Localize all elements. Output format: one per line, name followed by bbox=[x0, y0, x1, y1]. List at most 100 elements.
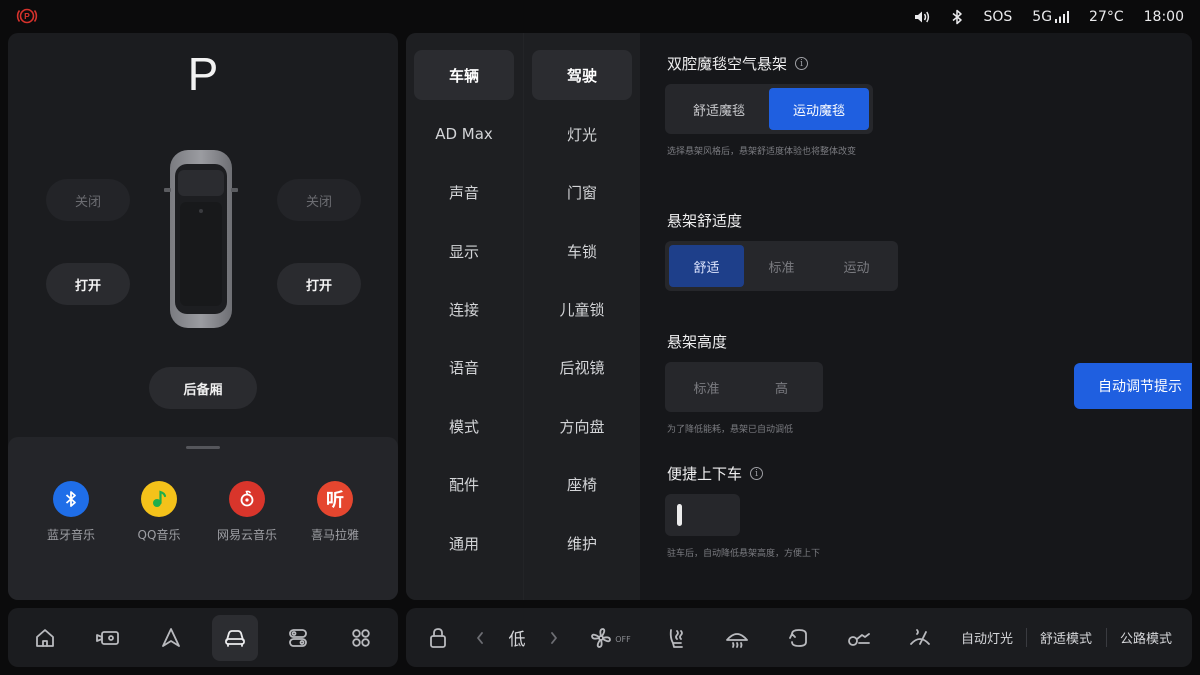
netease-music-icon bbox=[229, 481, 265, 517]
qq-music-icon bbox=[141, 481, 177, 517]
easy-entry-title: 便捷上下车 i bbox=[667, 463, 764, 484]
qq-music-app[interactable]: QQ音乐 bbox=[116, 481, 202, 543]
comfort-carpet-option[interactable]: 舒适魔毯 bbox=[669, 88, 769, 130]
app-label: QQ音乐 bbox=[137, 528, 181, 542]
easy-entry-hint: 驻车后，自动降低悬架高度，方便上下 bbox=[667, 549, 821, 559]
seat-heat-button[interactable] bbox=[661, 608, 691, 667]
auto-light-button[interactable]: 自动灯光 bbox=[954, 608, 1020, 667]
nav-steering-wheel[interactable]: 方向盘 bbox=[532, 401, 632, 451]
gear-indicator: P bbox=[187, 48, 219, 100]
music-app-list: 蓝牙音乐 QQ音乐 网易云音乐 听 喜马拉雅 bbox=[28, 481, 378, 543]
camera-view-button[interactable] bbox=[85, 615, 131, 661]
nav-mirrors[interactable]: 后视镜 bbox=[532, 342, 632, 392]
fan-increase-button[interactable] bbox=[546, 608, 562, 667]
navigation-button[interactable] bbox=[148, 615, 194, 661]
app-label: 喜马拉雅 bbox=[310, 528, 359, 542]
sport-option[interactable]: 运动 bbox=[819, 245, 894, 287]
auto-adjust-hint-button[interactable]: 自动调节提示 bbox=[1074, 363, 1192, 409]
rear-left-door-open-button[interactable]: 打开 bbox=[46, 263, 130, 305]
nav-display[interactable]: 显示 bbox=[414, 226, 514, 276]
suspension-section-title: 双腔魔毯空气悬架 i bbox=[667, 53, 809, 74]
bluetooth-music-app[interactable]: 蓝牙音乐 bbox=[28, 481, 114, 543]
suspension-hint: 选择悬架风格后，悬架舒适度体验也将整体改变 bbox=[667, 147, 857, 157]
suspension-comfort-title: 悬架舒适度 bbox=[667, 210, 742, 231]
app-label: 网易云音乐 bbox=[216, 528, 277, 542]
nav-ad-max[interactable]: AD Max bbox=[414, 109, 514, 159]
suspension-style-selector: 舒适魔毯 运动魔毯 bbox=[665, 84, 873, 134]
nav-child-lock[interactable]: 儿童锁 bbox=[532, 284, 632, 334]
trunk-button[interactable]: 后备厢 bbox=[149, 367, 257, 409]
fan-toggle-button[interactable]: OFF bbox=[584, 608, 636, 667]
nav-car-lock[interactable]: 车锁 bbox=[532, 226, 632, 276]
status-bar: P SOS 5G 27°C 18:00 bbox=[0, 0, 1200, 33]
seat-heat-icon bbox=[669, 628, 683, 648]
wiper-icon bbox=[910, 628, 930, 645]
settings-category-list: 车辆 AD Max 声音 显示 连接 语音 模式 配件 通用 bbox=[406, 33, 523, 600]
ximalaya-app[interactable]: 听 喜马拉雅 bbox=[292, 481, 378, 543]
standard-option[interactable]: 标准 bbox=[744, 245, 819, 287]
front-defrost-icon bbox=[726, 632, 748, 648]
nav-seats[interactable]: 座椅 bbox=[532, 459, 632, 509]
fan-off-label: OFF bbox=[615, 635, 631, 644]
suspension-button[interactable] bbox=[842, 608, 876, 667]
sos-label[interactable]: SOS bbox=[983, 9, 1012, 25]
nav-lights[interactable]: 灯光 bbox=[532, 109, 632, 159]
easy-entry-toggle[interactable] bbox=[665, 494, 740, 536]
rear-right-door-open-button[interactable]: 打开 bbox=[277, 263, 361, 305]
nav-maintenance[interactable]: 维护 bbox=[532, 518, 632, 568]
vehicle-button[interactable] bbox=[211, 614, 258, 661]
nav-connection[interactable]: 连接 bbox=[414, 284, 514, 334]
volume-icon[interactable] bbox=[913, 9, 931, 25]
grid-icon bbox=[352, 628, 370, 647]
nav-mode[interactable]: 模式 bbox=[414, 401, 514, 451]
fan-decrease-button[interactable] bbox=[472, 608, 488, 667]
parking-brake-icon: P bbox=[16, 8, 38, 24]
lock-button[interactable] bbox=[424, 608, 452, 667]
road-mode-button[interactable]: 公路模式 bbox=[1113, 608, 1179, 667]
height-standard-option[interactable]: 标准 bbox=[669, 366, 744, 408]
settings-panel: 车辆 AD Max 声音 显示 连接 语音 模式 配件 通用 驾驶 灯光 门窗 … bbox=[406, 33, 1192, 600]
front-left-window-close-button[interactable]: 关闭 bbox=[46, 179, 130, 221]
info-icon[interactable]: i bbox=[795, 57, 809, 70]
chevron-left-icon bbox=[477, 631, 483, 644]
suspension-car-image bbox=[1185, 53, 1192, 173]
app-dock bbox=[8, 608, 398, 667]
fan-icon bbox=[591, 627, 612, 648]
home-icon bbox=[36, 628, 54, 647]
wiper-button[interactable] bbox=[904, 608, 936, 667]
nav-voice[interactable]: 语音 bbox=[414, 342, 514, 392]
nav-vehicle[interactable]: 车辆 bbox=[414, 50, 514, 100]
bluetooth-icon[interactable] bbox=[951, 9, 963, 25]
bluetooth-icon bbox=[53, 481, 89, 517]
app-grid-button[interactable] bbox=[338, 615, 384, 661]
sport-carpet-option[interactable]: 运动魔毯 bbox=[769, 88, 869, 130]
switch-toggle-icon bbox=[288, 628, 307, 647]
nav-doors-windows[interactable]: 门窗 bbox=[532, 167, 632, 217]
front-defrost-button[interactable] bbox=[721, 608, 753, 667]
netease-music-app[interactable]: 网易云音乐 bbox=[204, 481, 290, 543]
easy-entry-title-text: 便捷上下车 bbox=[667, 465, 743, 483]
nav-accessories[interactable]: 配件 bbox=[414, 459, 514, 509]
home-button[interactable] bbox=[22, 615, 68, 661]
recirculation-icon bbox=[789, 628, 807, 647]
network-indicator: 5G bbox=[1032, 9, 1070, 25]
comfort-option[interactable]: 舒适 bbox=[669, 245, 744, 287]
ximalaya-icon: 听 bbox=[317, 481, 353, 517]
drawer-handle[interactable] bbox=[186, 446, 220, 449]
car-icon bbox=[224, 629, 245, 647]
recirculation-button[interactable] bbox=[784, 608, 814, 667]
info-icon[interactable]: i bbox=[750, 467, 764, 480]
height-hint: 为了降低能耗，悬架已自动调低 bbox=[667, 425, 794, 435]
comfort-title-text: 悬架舒适度 bbox=[667, 212, 743, 230]
comfort-mode-button[interactable]: 舒适模式 bbox=[1033, 608, 1099, 667]
temperature-label: 27°C bbox=[1089, 8, 1124, 25]
nav-sound[interactable]: 声音 bbox=[414, 167, 514, 217]
nav-driving[interactable]: 驾驶 bbox=[532, 50, 632, 100]
suspension-title-text: 双腔魔毯空气悬架 bbox=[667, 55, 788, 73]
nav-general[interactable]: 通用 bbox=[414, 518, 514, 568]
front-right-window-close-button[interactable]: 关闭 bbox=[277, 179, 361, 221]
height-high-option[interactable]: 高 bbox=[744, 366, 819, 408]
chevron-right-icon bbox=[551, 631, 557, 644]
toggle-knob bbox=[677, 504, 682, 526]
controls-button[interactable] bbox=[275, 615, 321, 661]
